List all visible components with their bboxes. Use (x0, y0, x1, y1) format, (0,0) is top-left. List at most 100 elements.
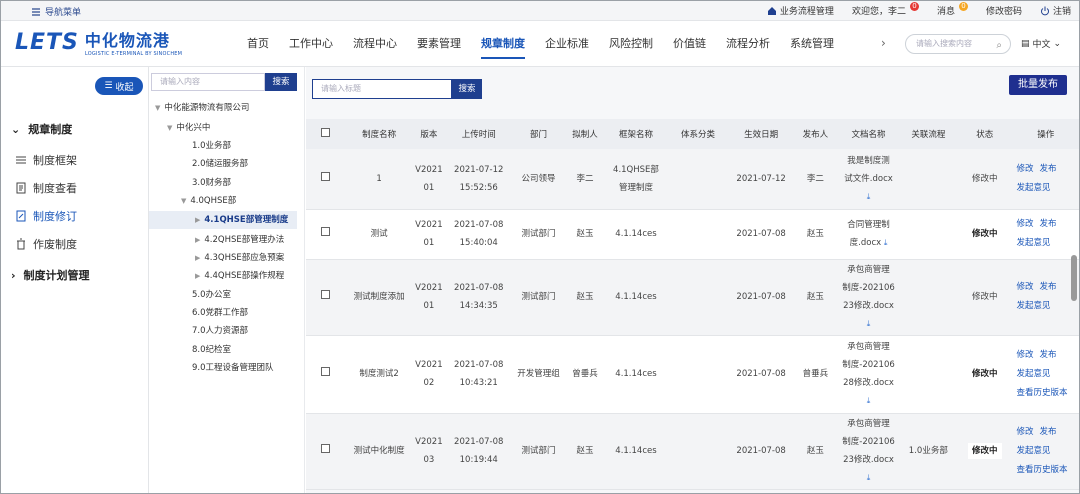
sidebar-item-framework[interactable]: 制度框架 (15, 152, 77, 168)
download-icon[interactable]: ⤓ (838, 469, 900, 487)
logo[interactable]: LETS 中化物流港 LOGISTIC E-TERMINAL BY SINOCH… (15, 27, 182, 58)
collapse-button[interactable]: ☰ 收起 (95, 77, 143, 95)
nav-element-mgmt[interactable]: 要素管理 (407, 21, 471, 67)
download-icon[interactable]: ⤓ (838, 392, 900, 410)
list-icon (16, 156, 26, 164)
vertical-scrollbar[interactable] (1071, 255, 1077, 301)
download-icon[interactable]: ⤓ (838, 188, 900, 206)
regulation-name-link[interactable]: 测试 (345, 209, 413, 260)
download-icon[interactable]: ⤓ (838, 315, 900, 333)
row-checkbox[interactable] (306, 209, 346, 260)
edit-link[interactable]: 修改 (1016, 219, 1033, 229)
row-checkbox[interactable] (306, 335, 346, 414)
document-link[interactable]: 承包商管理 制度-202106 28修改.docx ⤓ (837, 335, 900, 414)
publish-link[interactable]: 发布 (1039, 219, 1056, 229)
search-icon[interactable]: ⌕ (996, 37, 1002, 55)
sidebar-item-revise[interactable]: 制度修订 (15, 208, 77, 224)
tree-node[interactable]: 8.0纪检室 (192, 343, 231, 355)
tree-node[interactable]: ▼ 4.0QHSE部 (181, 194, 236, 206)
regulation-name-link[interactable]: 测试中化制度 (345, 413, 413, 490)
nav-menu-link[interactable]: 导航菜单 (31, 5, 81, 18)
tree-node[interactable]: ▶ 4.2QHSE部管理办法 (195, 233, 284, 245)
messages-badge: 0 (958, 2, 968, 11)
messages-link[interactable]: 消息 0 (937, 2, 968, 17)
document-link[interactable]: 我是制度测 试文件.docx ⤓ (837, 149, 900, 210)
document-link[interactable]: 合同管理制 度.docx ⤓ (837, 209, 900, 260)
nav-work-center[interactable]: 工作中心 (279, 21, 343, 67)
tree-node[interactable]: ▶ 4.3QHSE部应急预案 (195, 251, 284, 263)
edit-link[interactable]: 修改 (1016, 282, 1033, 292)
process-cell (899, 335, 958, 414)
title-search-input[interactable]: 请输入标题 (312, 79, 452, 99)
row-checkbox[interactable] (306, 259, 346, 336)
column-header: 操作 (1012, 119, 1079, 149)
process-cell (899, 209, 958, 260)
language-icon: ▤ (1021, 38, 1030, 49)
history-link[interactable]: 查看历史版本 (1016, 465, 1067, 475)
sidebar-group-plan[interactable]: › 制度计划管理 (11, 267, 90, 283)
nav-risk-control[interactable]: 风险控制 (599, 21, 663, 67)
sidebar-item-view[interactable]: 制度查看 (15, 180, 77, 196)
feedback-link[interactable]: 发起意见 (1016, 446, 1050, 456)
feedback-link[interactable]: 发起意见 (1016, 238, 1050, 248)
nav-home[interactable]: 首页 (237, 21, 279, 67)
row-checkbox[interactable] (306, 413, 346, 490)
publisher-cell: 赵玉 (793, 413, 838, 490)
header-search-input[interactable]: 请输入搜索内容 ⌕ (905, 34, 1011, 54)
nav-process-analysis[interactable]: 流程分析 (716, 21, 780, 67)
document-link[interactable]: 承包商管理 制度-202106 23修改.docx ⤓ (837, 413, 900, 490)
tree-node[interactable]: ▼ 中化能源物流有限公司 (155, 101, 249, 113)
tree-node[interactable]: ▶ 4.4QHSE部操作规程 (195, 269, 284, 281)
tree-node[interactable]: 6.0党群工作部 (192, 306, 248, 318)
change-password-link[interactable]: 修改密码 (986, 4, 1022, 17)
language-select[interactable]: ▤ 中文 ⌄ (1021, 37, 1061, 51)
tree-node[interactable]: 9.0工程设备管理团队 (192, 361, 274, 373)
tree-node[interactable]: ▼ 中化兴中 (167, 121, 210, 133)
tree-node-label: 4.3QHSE部应急预案 (204, 253, 285, 263)
nav-process-center[interactable]: 流程中心 (343, 21, 407, 67)
welcome-user[interactable]: 欢迎您，李二 0 (852, 2, 919, 17)
history-link[interactable]: 查看历史版本 (1016, 388, 1067, 398)
nav-value-chain[interactable]: 价值链 (663, 21, 716, 67)
feedback-link[interactable]: 发起意见 (1016, 369, 1050, 379)
publish-link[interactable]: 发布 (1039, 350, 1056, 360)
logout-link[interactable]: 注销 (1040, 4, 1071, 17)
edit-link[interactable]: 修改 (1016, 350, 1033, 360)
regulation-name-link[interactable]: 1 (345, 149, 413, 210)
dept-cell: 测试部门 (511, 259, 566, 336)
select-all-checkbox[interactable] (306, 119, 346, 149)
edit-link[interactable]: 修改 (1016, 427, 1033, 437)
tree-node-selected[interactable]: ▶ 4.1QHSE部管理制度 (149, 211, 297, 229)
publish-link[interactable]: 发布 (1039, 282, 1056, 292)
tree-node[interactable]: 3.0财务部 (192, 176, 231, 188)
tree-node[interactable]: 2.0储运服务部 (192, 157, 248, 169)
header-search-placeholder: 请输入搜索内容 (916, 39, 972, 48)
author-cell: 赵玉 (565, 259, 605, 336)
feedback-link[interactable]: 发起意见 (1016, 301, 1050, 311)
title-search-button[interactable]: 搜索 (452, 79, 482, 99)
publish-link[interactable]: 发布 (1039, 164, 1056, 174)
feedback-link[interactable]: 发起意见 (1016, 183, 1050, 193)
publish-link[interactable]: 发布 (1039, 427, 1056, 437)
power-icon (1041, 6, 1049, 15)
nav-system-mgmt[interactable]: 系统管理 (780, 21, 844, 67)
edit-link[interactable]: 修改 (1016, 164, 1033, 174)
regulation-name-link[interactable]: 制度测试2 (345, 335, 413, 414)
download-icon[interactable]: ⤓ (884, 238, 888, 247)
nav-regulations[interactable]: 规章制度 (471, 21, 535, 67)
main-nav: 首页 工作中心 流程中心 要素管理 规章制度 企业标准 风险控制 价值链 流程分… (237, 21, 844, 67)
tree-search-input[interactable]: 请输入内容 (151, 73, 265, 91)
row-checkbox[interactable] (306, 149, 346, 210)
document-link[interactable]: 承包商管理 制度-202106 23修改.docx ⤓ (837, 259, 900, 336)
nav-more-arrow[interactable]: › (881, 36, 886, 50)
tree-node[interactable]: 5.0办公室 (192, 288, 231, 300)
nav-enterprise-std[interactable]: 企业标准 (535, 21, 599, 67)
regulation-name-link[interactable]: 测试制度添加 (345, 259, 413, 336)
sidebar-item-void[interactable]: 作废制度 (15, 236, 77, 252)
biz-process-link[interactable]: 业务流程管理 (767, 4, 834, 17)
batch-publish-button[interactable]: 批量发布 (1009, 75, 1067, 95)
sidebar-group-regulations[interactable]: ⌄ 规章制度 (11, 121, 72, 137)
tree-node[interactable]: 7.0人力资源部 (192, 324, 248, 336)
tree-node[interactable]: 1.0业务部 (192, 139, 231, 151)
tree-search-button[interactable]: 搜索 (265, 73, 297, 91)
